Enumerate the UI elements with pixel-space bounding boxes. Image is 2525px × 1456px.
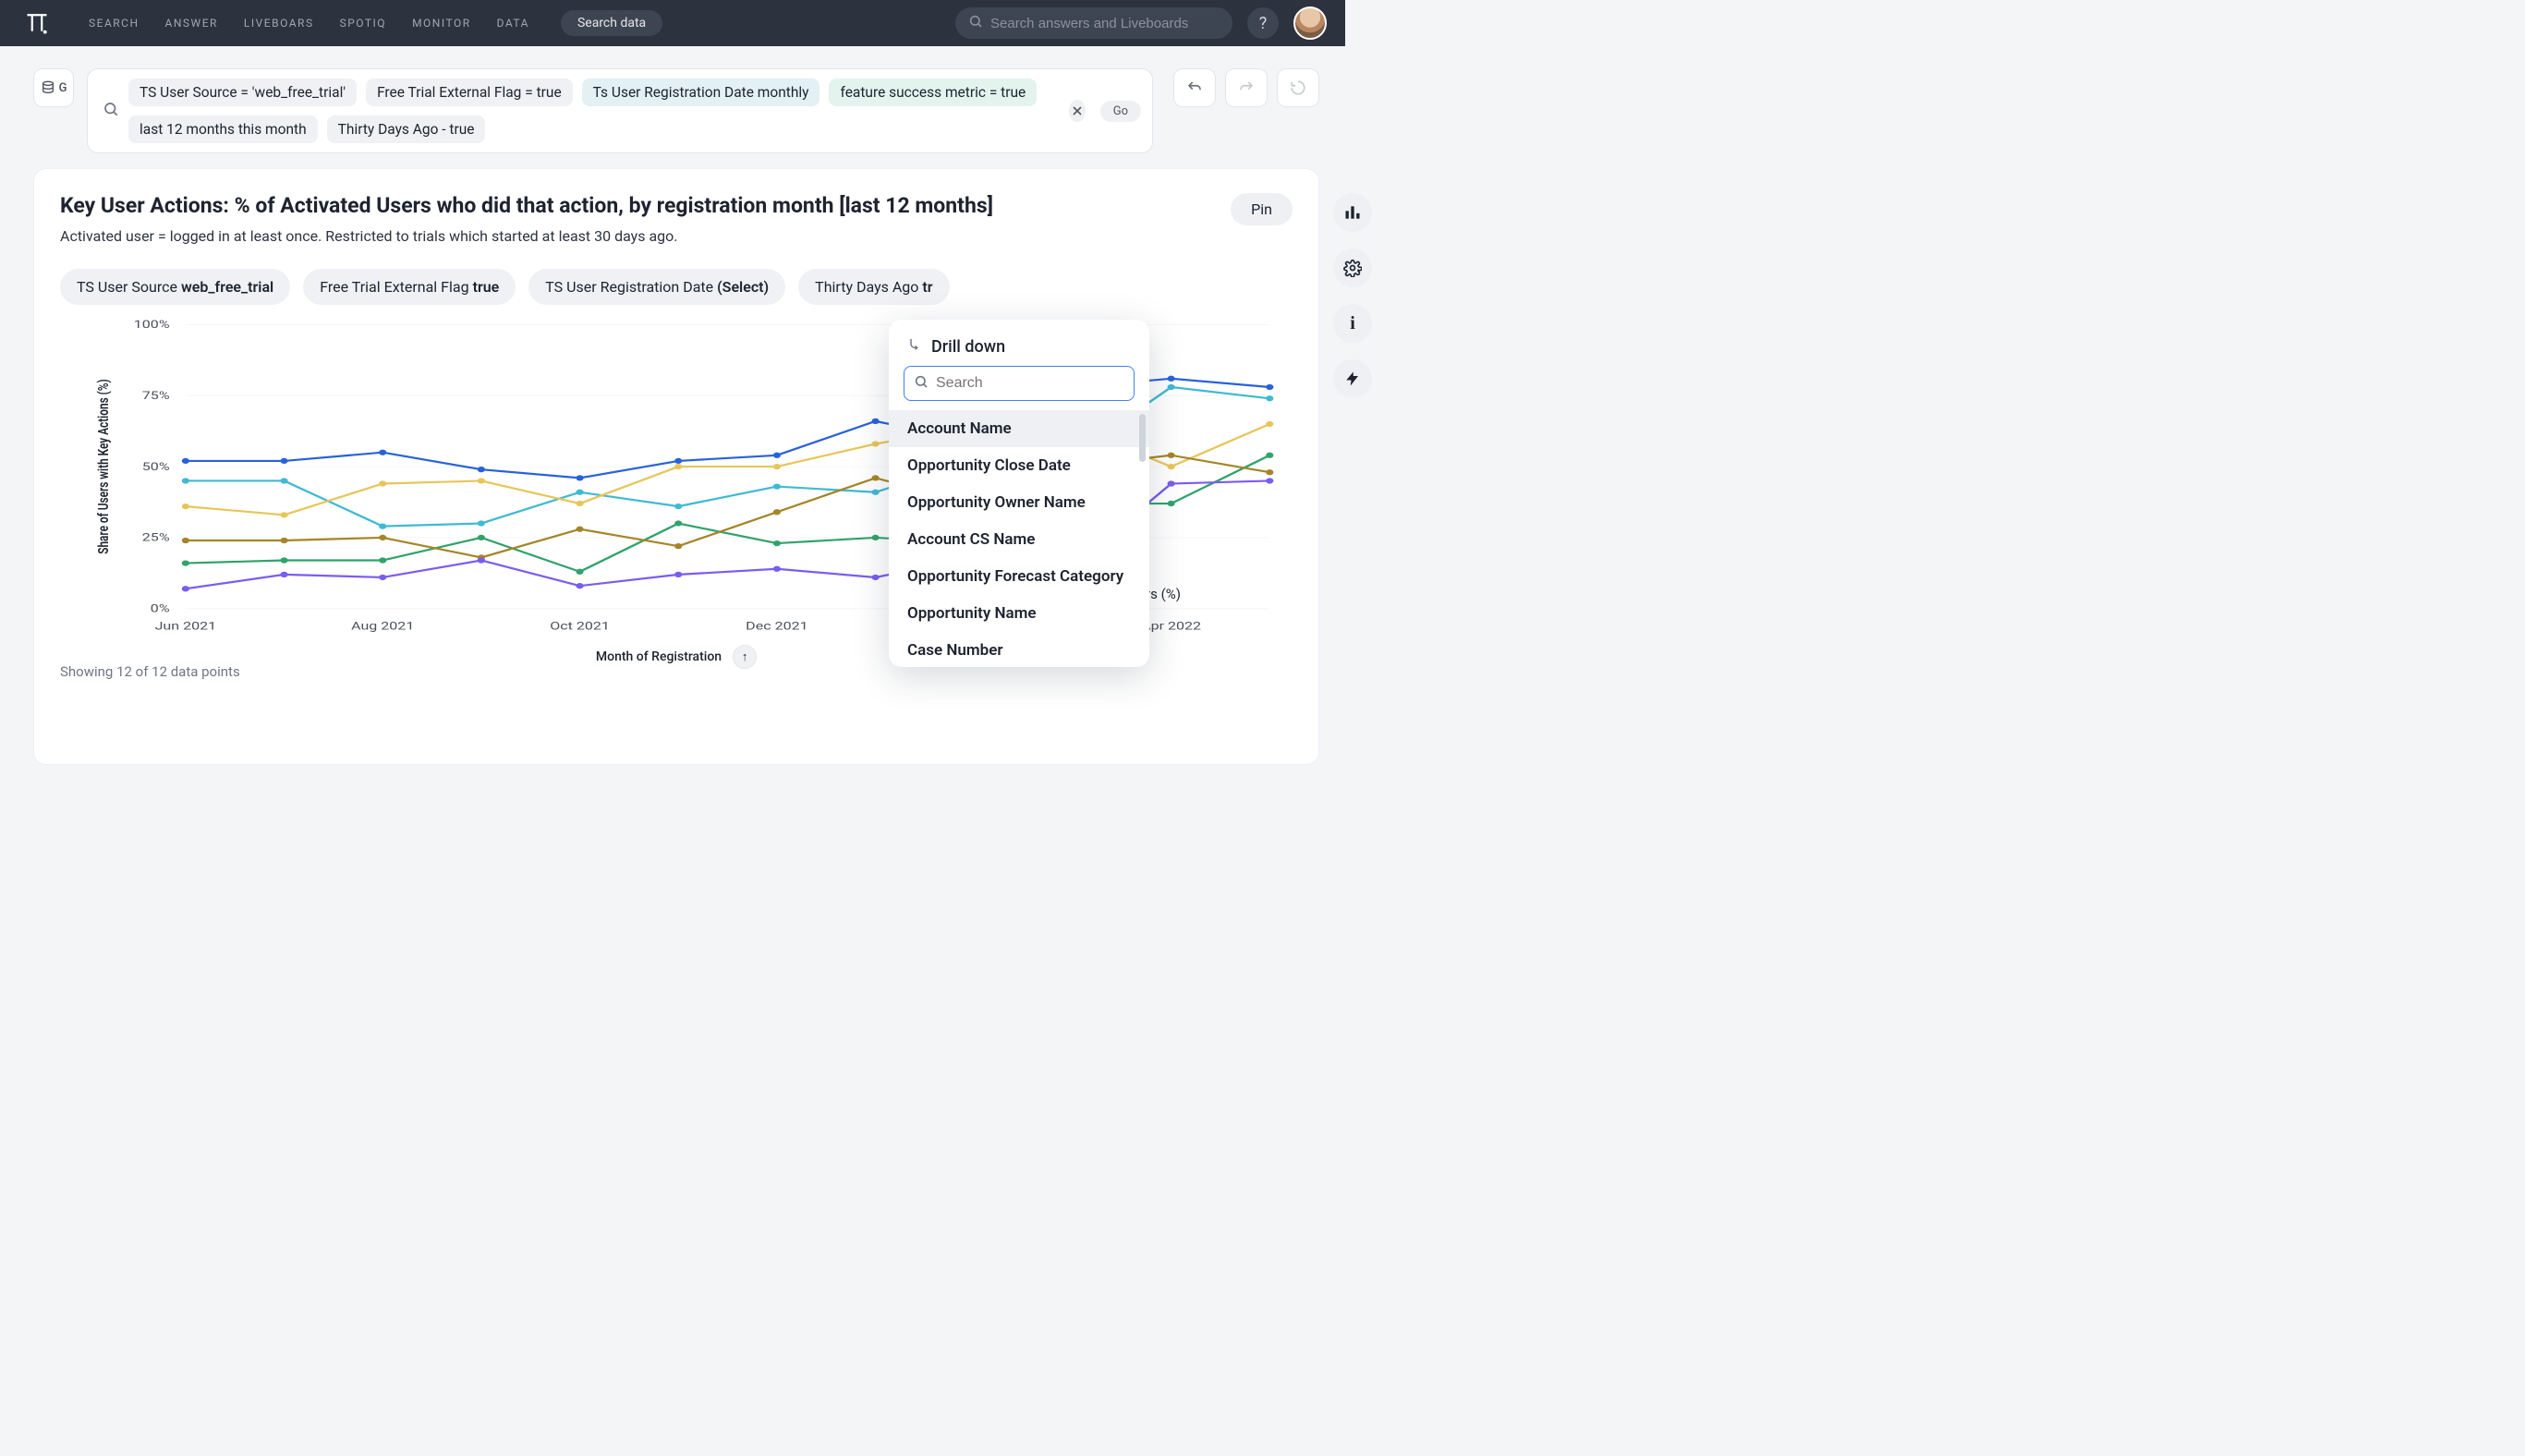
drilldown-popover: Drill down Account Name Opportunity Clos…	[889, 320, 1149, 667]
settings-button[interactable]	[1333, 249, 1372, 287]
global-search[interactable]	[955, 7, 1232, 39]
card-header: Key User Actions: % of Activated Users w…	[60, 193, 1293, 245]
history-buttons	[1173, 68, 1319, 107]
nav-link-data[interactable]: DATA	[497, 17, 529, 30]
clear-query-button[interactable]	[1069, 100, 1086, 122]
filter-row: TS User Source web_free_trial Free Trial…	[60, 269, 1293, 305]
svg-text:Aug 2021: Aug 2021	[351, 620, 414, 633]
drilldown-item[interactable]: Opportunity Close Date	[889, 447, 1149, 484]
reset-button[interactable]	[1277, 68, 1319, 107]
svg-text:0%: 0%	[151, 602, 170, 615]
svg-text:Oct 2021: Oct 2021	[550, 620, 610, 633]
drilldown-arrow-icon	[907, 336, 922, 357]
svg-text:75%: 75%	[142, 390, 170, 403]
x-axis-label: Month of Registration	[596, 649, 722, 664]
drilldown-item[interactable]: Account Name	[889, 410, 1149, 447]
sort-axis-button[interactable]: ↑	[733, 645, 757, 669]
datasource-button[interactable]: G	[33, 68, 74, 107]
query-chip[interactable]: last 12 months this month	[128, 115, 318, 143]
query-search-box[interactable]: TS User Source = 'web_free_trial' Free T…	[87, 68, 1153, 153]
drilldown-title: Drill down	[931, 337, 1005, 357]
nav-links: SEARCH ANSWER LIVEBOARS SPOTIQ MONITOR D…	[89, 17, 529, 30]
scrollbar-thumb[interactable]	[1139, 414, 1146, 462]
undo-button[interactable]	[1173, 68, 1216, 107]
query-row: G TS User Source = 'web_free_trial' Free…	[0, 46, 1345, 163]
top-nav: SEARCH ANSWER LIVEBOARS SPOTIQ MONITOR D…	[0, 0, 1345, 46]
spotiq-bolt-button[interactable]	[1333, 359, 1372, 398]
avatar[interactable]	[1293, 6, 1327, 40]
right-rail: i	[1333, 193, 1372, 398]
nav-link-answer[interactable]: ANSWER	[165, 17, 218, 30]
query-chips: TS User Source = 'web_free_trial' Free T…	[128, 79, 1060, 143]
query-chip[interactable]: feature success metric = true	[829, 79, 1037, 106]
drilldown-search-input[interactable]	[936, 375, 1124, 392]
go-button[interactable]: Go	[1100, 101, 1141, 122]
search-data-button[interactable]: Search data	[561, 10, 662, 36]
query-chip[interactable]: Thirty Days Ago - true	[327, 115, 486, 143]
filter-chip[interactable]: Thirty Days Ago tr	[798, 269, 949, 305]
nav-link-liveboards[interactable]: LIVEBOARS	[244, 17, 314, 30]
svg-text:100%: 100%	[134, 319, 170, 332]
help-button[interactable]: ?	[1247, 7, 1279, 39]
svg-text:25%: 25%	[142, 531, 170, 544]
card-title: Key User Actions: % of Activated Users w…	[60, 193, 993, 218]
logo[interactable]	[18, 5, 55, 42]
drilldown-item[interactable]: Opportunity Name	[889, 595, 1149, 632]
svg-text:Dec 2021: Dec 2021	[746, 620, 807, 633]
nav-link-search[interactable]: SEARCH	[89, 17, 140, 30]
query-chip[interactable]: TS User Source = 'web_free_trial'	[128, 79, 357, 106]
filter-chip[interactable]: TS User Registration Date (Select)	[528, 269, 785, 305]
nav-link-spotiq[interactable]: SPOTIQ	[340, 17, 386, 30]
info-button[interactable]: i	[1333, 304, 1372, 343]
filter-chip[interactable]: TS User Source web_free_trial	[60, 269, 290, 305]
filter-chip[interactable]: Free Trial External Flag true	[303, 269, 516, 305]
search-icon	[968, 14, 983, 32]
query-chip[interactable]: Free Trial External Flag = true	[366, 79, 573, 106]
datasource-label: G	[59, 81, 67, 95]
nav-link-monitor[interactable]: MONITOR	[412, 17, 471, 30]
drilldown-item[interactable]: Account CS Name	[889, 521, 1149, 558]
drilldown-list[interactable]: Account Name Opportunity Close Date Oppo…	[889, 410, 1149, 660]
drilldown-item[interactable]: Opportunity Owner Name	[889, 484, 1149, 521]
card-subtitle: Activated user = logged in at least once…	[60, 227, 993, 245]
svg-text:Jun 2021: Jun 2021	[155, 620, 217, 633]
query-chip[interactable]: Ts User Registration Date monthly	[582, 79, 820, 106]
global-search-input[interactable]	[990, 16, 1220, 31]
drilldown-item[interactable]: Opportunity Forecast Category	[889, 558, 1149, 595]
search-icon	[103, 101, 119, 121]
search-icon	[914, 374, 929, 393]
drilldown-item[interactable]: Case Number	[889, 632, 1149, 660]
chart-config-button[interactable]	[1333, 193, 1372, 232]
drilldown-search[interactable]	[904, 366, 1135, 401]
content-wrap: Key User Actions: % of Activated Users w…	[0, 163, 1345, 782]
redo-button[interactable]	[1225, 68, 1268, 107]
svg-text:50%: 50%	[142, 461, 170, 474]
svg-text:Share of Users with Key Action: Share of Users with Key Actions (%)	[95, 379, 112, 554]
pin-button[interactable]: Pin	[1231, 193, 1293, 225]
